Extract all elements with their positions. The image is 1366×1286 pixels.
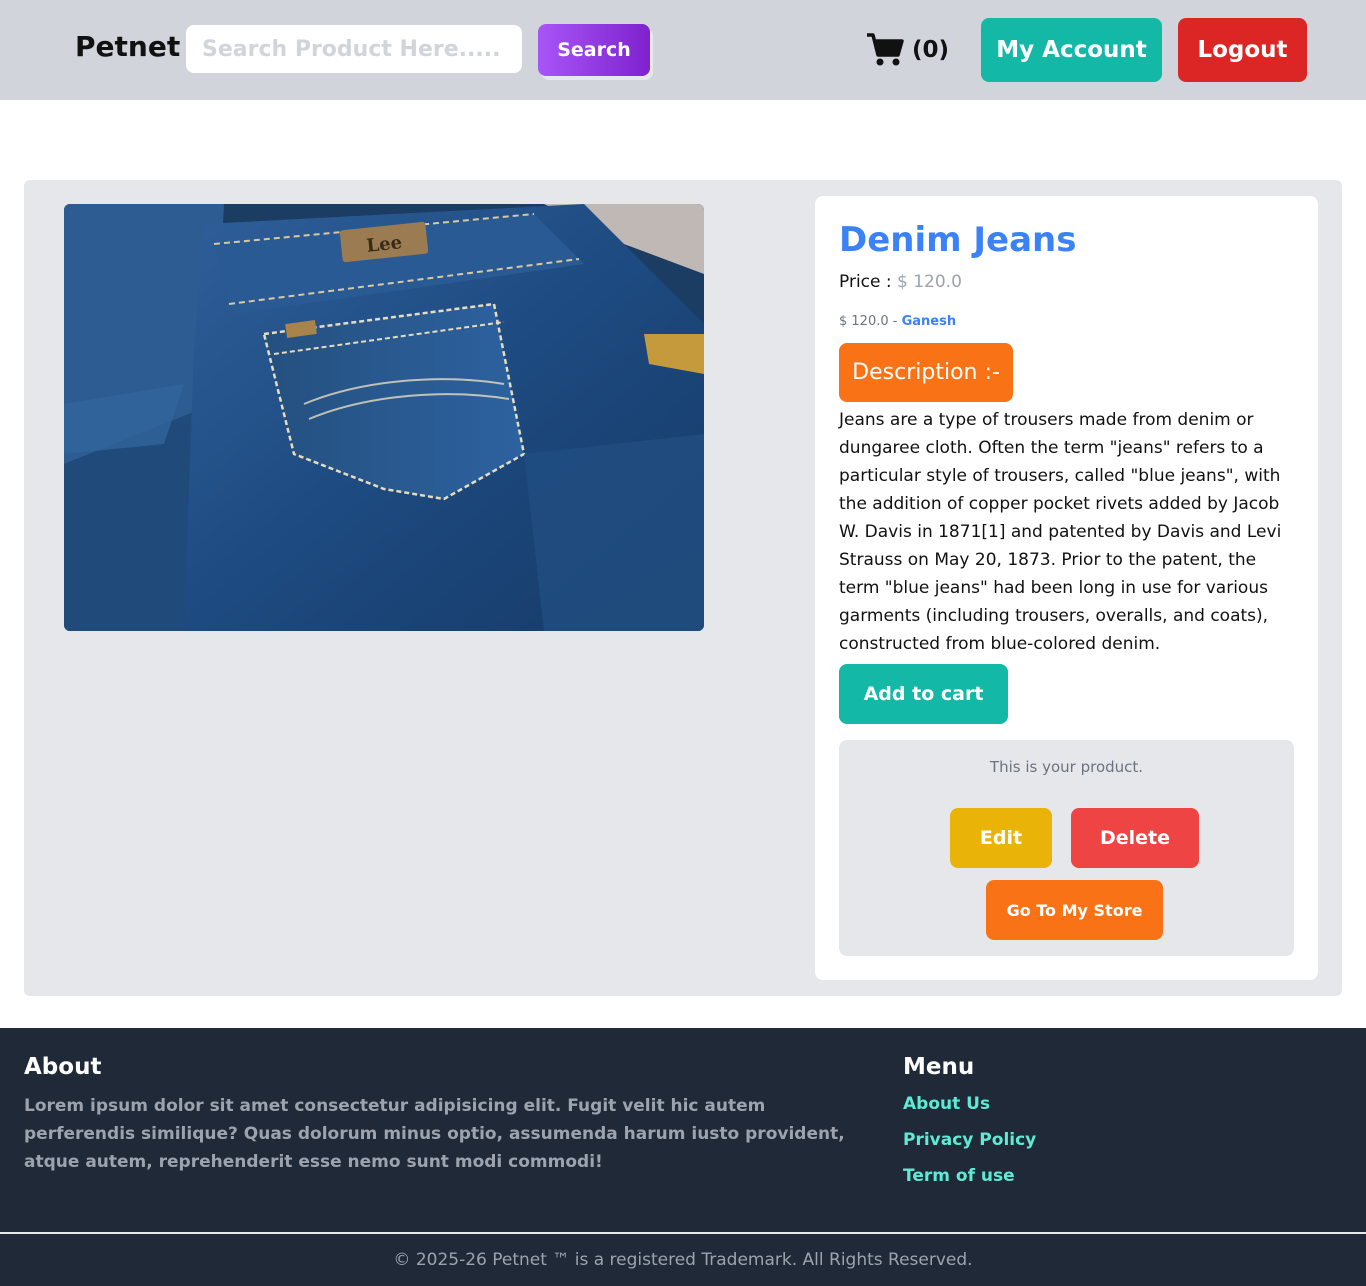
svg-text:Lee: Lee <box>365 232 403 257</box>
price-label: Price : <box>839 272 898 292</box>
top-navbar: Petnet Search (0) My Account Logout <box>0 0 1366 100</box>
price-value: $ 120.0 <box>897 272 962 292</box>
copyright-text: © 2025-26 Petnet ™ is a registered Trade… <box>393 1250 973 1270</box>
owner-note: This is your product. <box>989 758 1144 776</box>
edit-button[interactable]: Edit <box>950 808 1052 868</box>
my-account-button[interactable]: My Account <box>981 18 1162 82</box>
product-panel: Lee Denim Jeans Price : $ 120.0 $ 120.0 … <box>24 180 1342 996</box>
delete-button[interactable]: Delete <box>1071 808 1199 868</box>
logout-button[interactable]: Logout <box>1178 18 1307 82</box>
about-heading: About <box>24 1054 102 1080</box>
brand-logo[interactable]: Petnet <box>75 30 180 63</box>
cart-link[interactable]: (0) <box>866 32 949 68</box>
seller-price: $ 120.0 - <box>839 314 902 329</box>
price-line: Price : $ 120.0 <box>839 272 962 292</box>
page-footer: About Lorem ipsum dolor sit amet consect… <box>0 1028 1366 1286</box>
description-heading: Description :- <box>839 343 1013 402</box>
owner-actions-box: This is your product. Edit Delete Go To … <box>839 740 1294 956</box>
footer-divider <box>0 1232 1366 1234</box>
product-title: Denim Jeans <box>839 220 1077 260</box>
add-to-cart-button[interactable]: Add to cart <box>839 664 1008 724</box>
seller-line: $ 120.0 - Ganesh <box>839 314 956 329</box>
footer-link-terms[interactable]: Term of use <box>903 1166 1015 1186</box>
search-input[interactable] <box>186 25 522 73</box>
about-text: Lorem ipsum dolor sit amet consectetur a… <box>24 1096 845 1172</box>
search-button[interactable]: Search <box>538 24 650 76</box>
seller-name-link[interactable]: Ganesh <box>902 314 957 329</box>
cart-count: (0) <box>912 37 950 63</box>
shopping-cart-icon <box>867 33 904 66</box>
product-details-card: Denim Jeans Price : $ 120.0 $ 120.0 - Ga… <box>815 196 1318 980</box>
menu-heading: Menu <box>903 1054 975 1080</box>
product-description: Jeans are a type of trousers made from d… <box>839 410 1282 654</box>
product-image: Lee <box>64 204 704 631</box>
footer-link-privacy-policy[interactable]: Privacy Policy <box>903 1130 1036 1150</box>
jeans-photo: Lee <box>64 204 704 631</box>
footer-link-about-us[interactable]: About Us <box>903 1094 990 1114</box>
go-to-store-button[interactable]: Go To My Store <box>986 880 1163 940</box>
